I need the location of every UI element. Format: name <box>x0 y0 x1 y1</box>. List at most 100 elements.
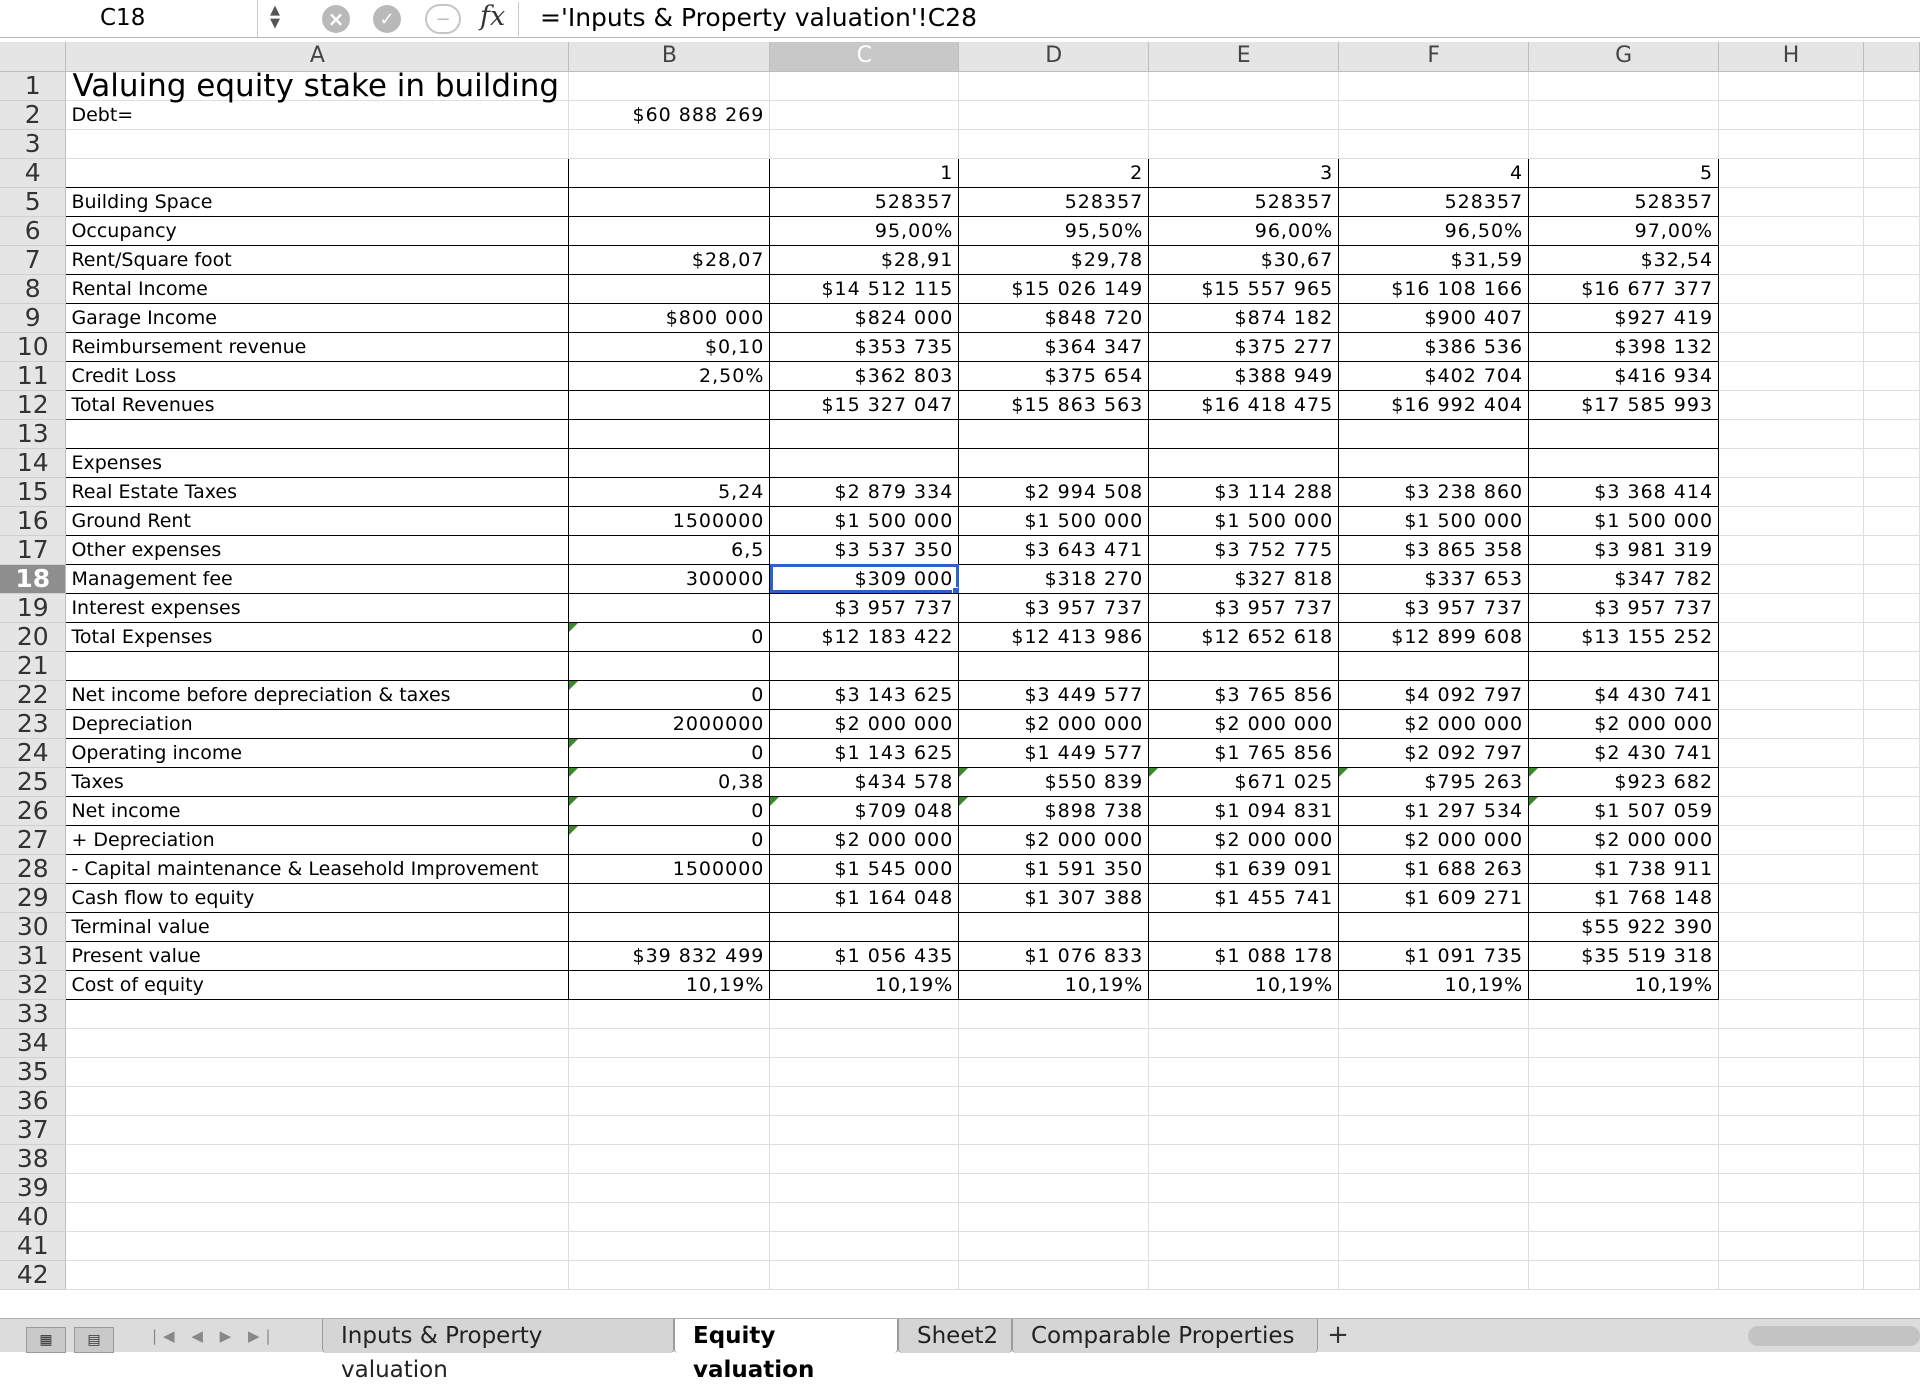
cell-f13[interactable] <box>1338 418 1530 449</box>
cell-empty[interactable] <box>1718 709 1864 739</box>
cell-g20[interactable]: $13 155 252 <box>1528 621 1720 652</box>
cell-b12[interactable] <box>568 389 771 420</box>
cell-empty[interactable] <box>1718 1202 1864 1232</box>
cell-d22[interactable]: $3 449 577 <box>958 679 1150 710</box>
cell-a5[interactable]: Building Space <box>65 186 570 217</box>
cell-empty[interactable] <box>1863 1231 1920 1261</box>
cell-e38[interactable] <box>1148 1144 1340 1174</box>
cell-b6[interactable] <box>568 215 771 246</box>
cell-b10[interactable]: $0,10 <box>568 331 771 362</box>
cell-empty[interactable] <box>1718 419 1864 449</box>
cell-empty[interactable] <box>1718 941 1864 971</box>
column-header-a[interactable]: A <box>65 42 570 72</box>
horizontal-scrollbar[interactable] <box>1748 1326 1920 1346</box>
name-box[interactable]: C18 <box>0 0 258 37</box>
cell-d27[interactable]: $2 000 000 <box>958 824 1150 855</box>
cell-g21[interactable] <box>1528 650 1720 681</box>
row-header[interactable]: 12 <box>0 390 67 420</box>
fill-handle[interactable] <box>952 586 958 592</box>
cell-d17[interactable]: $3 643 471 <box>958 534 1150 565</box>
cell-empty[interactable] <box>1863 1260 1920 1290</box>
cell-e3[interactable] <box>1148 129 1340 159</box>
cell-g16[interactable]: $1 500 000 <box>1528 505 1720 536</box>
cell-e35[interactable] <box>1148 1057 1340 1087</box>
cell-b18[interactable]: 300000 <box>568 563 771 594</box>
cell-g34[interactable] <box>1528 1028 1720 1058</box>
row-header[interactable]: 21 <box>0 651 67 681</box>
cell-e33[interactable] <box>1148 999 1340 1029</box>
cell-c16[interactable]: $1 500 000 <box>769 505 960 536</box>
cell-f35[interactable] <box>1338 1057 1530 1087</box>
cell-b15[interactable]: 5,24 <box>568 476 771 507</box>
row-header[interactable]: 14 <box>0 448 67 478</box>
cell-d5[interactable]: 528357 <box>958 186 1150 217</box>
cell-c22[interactable]: $3 143 625 <box>769 679 960 710</box>
cell-empty[interactable] <box>1718 1144 1864 1174</box>
cell-g15[interactable]: $3 368 414 <box>1528 476 1720 507</box>
cell-g40[interactable] <box>1528 1202 1720 1232</box>
cell-g14[interactable] <box>1528 447 1720 478</box>
cell-empty[interactable] <box>1863 883 1920 913</box>
cell-g11[interactable]: $416 934 <box>1528 360 1720 391</box>
cell-f27[interactable]: $2 000 000 <box>1338 824 1530 855</box>
cell-g39[interactable] <box>1528 1173 1720 1203</box>
cell-c30[interactable] <box>769 911 960 942</box>
cell-empty[interactable] <box>1718 593 1864 623</box>
cell-g42[interactable] <box>1528 1260 1720 1290</box>
cell-c28[interactable]: $1 545 000 <box>769 853 960 884</box>
cell-a12[interactable]: Total Revenues <box>65 389 570 420</box>
fx-icon[interactable]: fx <box>480 1 505 32</box>
cell-e42[interactable] <box>1148 1260 1340 1290</box>
cell-a15[interactable]: Real Estate Taxes <box>65 476 570 507</box>
cell-empty[interactable] <box>1863 564 1920 594</box>
cell-c6[interactable]: 95,00% <box>769 215 960 246</box>
cell-a3[interactable] <box>65 129 570 159</box>
cell-g9[interactable]: $927 419 <box>1528 302 1720 333</box>
cell-c11[interactable]: $362 803 <box>769 360 960 391</box>
cell-b20[interactable]: 0 <box>568 621 771 652</box>
row-header[interactable]: 39 <box>0 1173 67 1203</box>
cell-g13[interactable] <box>1528 418 1720 449</box>
cell-g37[interactable] <box>1528 1115 1720 1145</box>
cell-b25[interactable]: 0,38 <box>568 766 771 797</box>
cell-g8[interactable]: $16 677 377 <box>1528 273 1720 304</box>
cell-empty[interactable] <box>1718 158 1864 188</box>
cell-e14[interactable] <box>1148 447 1340 478</box>
cell-empty[interactable] <box>1718 535 1864 565</box>
cell-e30[interactable] <box>1148 911 1340 942</box>
cell-f28[interactable]: $1 688 263 <box>1338 853 1530 884</box>
cell-e4[interactable]: 3 <box>1148 157 1340 188</box>
cell-empty[interactable] <box>1718 477 1864 507</box>
cell-empty[interactable] <box>1863 767 1920 797</box>
cell-f7[interactable]: $31,59 <box>1338 244 1530 275</box>
cell-b9[interactable]: $800 000 <box>568 302 771 333</box>
cell-f42[interactable] <box>1338 1260 1530 1290</box>
cell-e37[interactable] <box>1148 1115 1340 1145</box>
cell-b29[interactable] <box>568 882 771 913</box>
cell-a20[interactable]: Total Expenses <box>65 621 570 652</box>
cell-d31[interactable]: $1 076 833 <box>958 940 1150 971</box>
sheet-tab[interactable]: Equity valuation <box>674 1319 898 1383</box>
cell-empty[interactable] <box>1863 738 1920 768</box>
cell-empty[interactable] <box>1718 100 1864 130</box>
cell-c23[interactable]: $2 000 000 <box>769 708 960 739</box>
cell-c37[interactable] <box>769 1115 960 1145</box>
cell-d3[interactable] <box>958 129 1150 159</box>
cell-c32[interactable]: 10,19% <box>769 969 960 1000</box>
cell-f1[interactable] <box>1338 71 1530 101</box>
cell-a26[interactable]: Net income <box>65 795 570 826</box>
cell-empty[interactable] <box>1718 361 1864 391</box>
row-header[interactable]: 18 <box>0 564 67 594</box>
cell-empty[interactable] <box>1863 71 1920 101</box>
cell-empty[interactable] <box>1863 332 1920 362</box>
cell-f34[interactable] <box>1338 1028 1530 1058</box>
cell-empty[interactable] <box>1863 245 1920 275</box>
cell-empty[interactable] <box>1863 941 1920 971</box>
cell-f36[interactable] <box>1338 1086 1530 1116</box>
cell-d14[interactable] <box>958 447 1150 478</box>
accept-edit-icon[interactable]: ✓ <box>373 5 401 33</box>
cell-empty[interactable] <box>1863 448 1920 478</box>
cell-g25[interactable]: $923 682 <box>1528 766 1720 797</box>
cell-a21[interactable] <box>65 650 570 681</box>
cell-empty[interactable] <box>1718 970 1864 1000</box>
